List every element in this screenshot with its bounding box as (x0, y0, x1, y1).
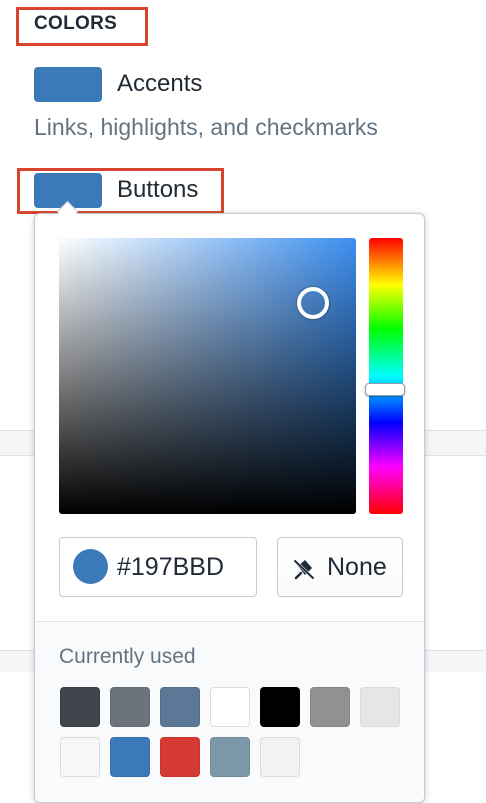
color-swatch[interactable] (160, 687, 200, 727)
accents-color-swatch[interactable] (34, 67, 102, 102)
highlight-box (16, 7, 148, 46)
color-swatch[interactable] (310, 687, 350, 727)
color-swatch[interactable] (110, 737, 150, 777)
selected-color-preview (73, 549, 108, 584)
currently-used-section: Currently used (35, 621, 424, 802)
hex-value[interactable]: #197BBD (117, 553, 224, 582)
no-color-icon (293, 559, 315, 580)
color-swatch[interactable] (260, 687, 300, 727)
currently-used-label: Currently used (59, 645, 196, 668)
color-swatch[interactable] (210, 737, 250, 777)
none-button-label: None (327, 553, 387, 581)
color-swatch[interactable] (110, 687, 150, 727)
accents-label: Accents (117, 70, 203, 97)
saturation-brightness-area[interactable] (59, 238, 356, 514)
color-swatch[interactable] (60, 687, 100, 727)
hex-input[interactable]: #197BBD (59, 537, 257, 597)
highlight-box (17, 168, 224, 214)
hue-slider-handle[interactable] (365, 383, 405, 396)
color-picker-handle[interactable] (297, 287, 329, 319)
color-swatch[interactable] (160, 737, 200, 777)
hue-slider[interactable] (369, 238, 403, 514)
none-button[interactable]: None (277, 537, 403, 597)
color-swatch[interactable] (210, 687, 250, 727)
accents-description: Links, highlights, and checkmarks (34, 114, 378, 140)
color-picker-popover: #197BBD None Currently used (34, 213, 425, 803)
color-swatch[interactable] (60, 737, 100, 777)
color-swatch[interactable] (260, 737, 300, 777)
brightness-gradient (59, 238, 356, 514)
color-swatch[interactable] (360, 687, 400, 727)
